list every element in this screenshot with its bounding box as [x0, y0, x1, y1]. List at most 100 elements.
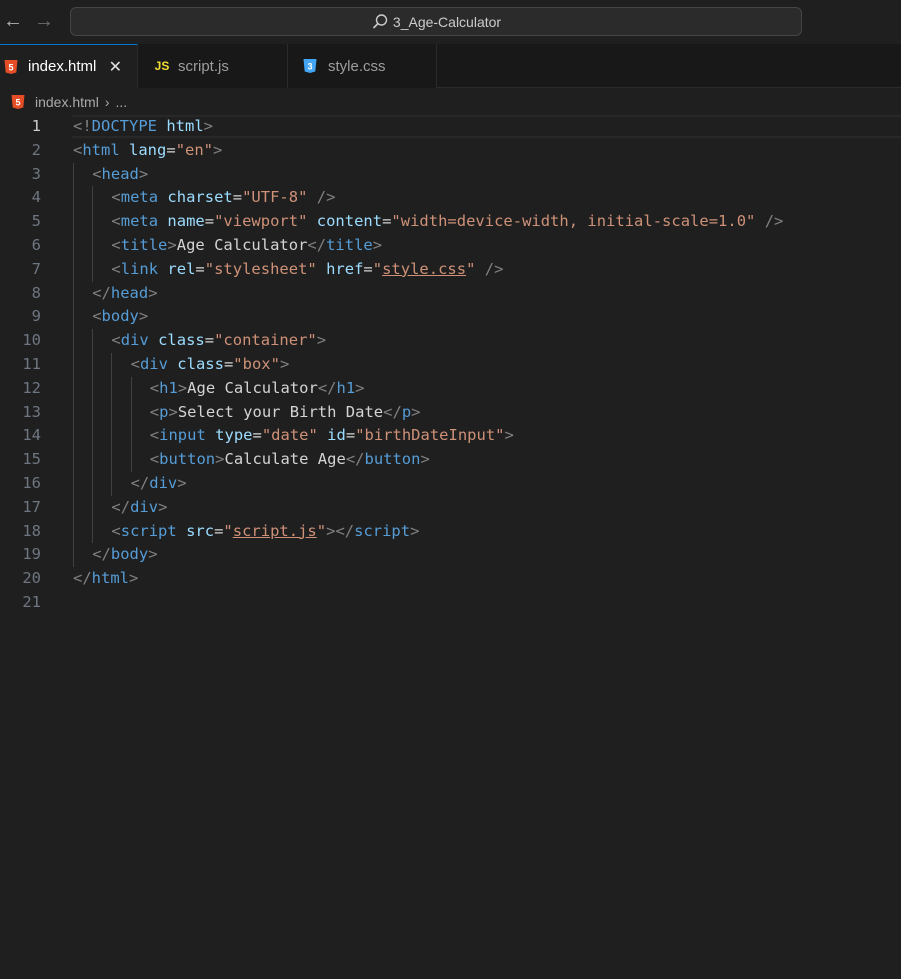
html5-icon-glyph: 5: [8, 62, 13, 72]
forward-arrow-icon[interactable]: →: [33, 10, 55, 32]
code-token: =: [166, 140, 176, 159]
line-number: 10: [22, 331, 41, 350]
code-line[interactable]: 2 <html lang="en">: [0, 139, 901, 163]
code-token: <: [149, 402, 160, 421]
code-line[interactable]: 7 <link rel="stylesheet" href="style.css"…: [0, 258, 901, 282]
code-line[interactable]: 1 <!DOCTYPE html>: [0, 115, 901, 139]
code-line[interactable]: 18 <script src="script.js"></script>: [0, 520, 901, 544]
code-token: </: [111, 497, 131, 516]
code-token: ": [223, 521, 233, 540]
code-token: =: [345, 426, 356, 445]
code-token: link: [120, 259, 159, 278]
code-token: title: [120, 236, 168, 254]
code-content: <head>: [92, 163, 148, 187]
code-token: >: [411, 402, 421, 421]
line-number: 1: [31, 117, 41, 135]
code-line[interactable]: 21: [0, 591, 901, 615]
code-token: html: [82, 140, 120, 159]
code-line[interactable]: 14 <input type="date" id="birthDateInput"…: [0, 424, 901, 448]
code-line[interactable]: 13 <p>Select your Birth Date</p>: [0, 401, 901, 425]
code-token: >: [167, 236, 177, 254]
code-token: <: [149, 426, 160, 445]
indent-guide: [92, 186, 94, 282]
code-line[interactable]: 11 <div class="box">: [0, 353, 901, 377]
code-line[interactable]: 16 </div>: [0, 472, 901, 496]
code-line[interactable]: 8 </head>: [0, 282, 901, 306]
close-icon[interactable]: ✕: [106, 57, 124, 77]
code-editor[interactable]: 1 <!DOCTYPE html> 2 <html lang="en"> 3 <head>…: [0, 115, 901, 979]
code-line[interactable]: 4 <meta charset="UTF-8" />: [0, 186, 901, 210]
code-token: name: [167, 212, 205, 231]
line-number: 6: [31, 236, 41, 254]
code-token[interactable]: style.css: [382, 260, 466, 278]
line-number: 11: [22, 355, 41, 373]
code-line[interactable]: 10 <div class="container">: [0, 329, 901, 353]
code-token: <: [111, 236, 121, 254]
code-token: >: [148, 283, 158, 302]
code-token: <: [130, 355, 140, 373]
code-token: </: [307, 236, 327, 254]
tab-script-js[interactable]: JS script.js: [138, 44, 288, 88]
line-number: 13: [22, 402, 41, 421]
breadcrumb: 5 index.html › ...: [0, 88, 901, 115]
code-line[interactable]: 5 <meta name="viewport" content="width=de…: [0, 210, 901, 234]
breadcrumb-symbols[interactable]: ...: [115, 94, 127, 110]
code-content: </html>: [73, 567, 138, 591]
code-token[interactable]: script.js: [233, 522, 317, 540]
line-number: 4: [31, 188, 41, 207]
code-token: html: [166, 117, 204, 135]
code-content: <div class="box">: [131, 353, 290, 377]
code-token: >: [279, 355, 290, 373]
code-token: =: [223, 355, 234, 373]
code-token: div: [149, 474, 178, 492]
code-token: div: [130, 497, 159, 516]
line-number: 16: [22, 474, 41, 492]
code-line[interactable]: 19 </body>: [0, 543, 901, 567]
code-token: class: [177, 355, 224, 373]
code-token: DOCTYPE: [91, 117, 157, 135]
code-token: >: [355, 378, 365, 397]
command-center-search[interactable]: 3_Age-Calculator: [70, 7, 802, 36]
code-token: />: [316, 188, 336, 207]
line-number: 3: [31, 164, 41, 183]
code-token: p: [401, 402, 412, 421]
code-token: </: [92, 545, 111, 564]
code-token: >: [138, 307, 149, 326]
code-token: title: [326, 236, 373, 254]
line-number: 8: [31, 283, 41, 302]
code-line[interactable]: 6 <title>Age Calculator</title>: [0, 234, 901, 258]
editor-tab-bar: 5 index.html ✕ JS script.js 3 style.css: [0, 44, 901, 88]
code-line[interactable]: 17 </div>: [0, 496, 901, 520]
tab-index-html[interactable]: 5 index.html ✕: [0, 44, 138, 88]
back-arrow-icon[interactable]: ←: [2, 10, 24, 32]
code-line[interactable]: 20 </html>: [0, 567, 901, 591]
code-token: =: [363, 259, 373, 278]
code-token: charset: [167, 188, 233, 207]
code-line[interactable]: 9 <body>: [0, 305, 901, 329]
code-token: </: [317, 378, 337, 397]
code-token: >: [316, 331, 327, 350]
code-token: h1: [336, 378, 356, 397]
code-line[interactable]: 12 <h1>Age Calculator</h1>: [0, 377, 901, 401]
code-token: =: [204, 331, 215, 350]
code-content: </div>: [111, 496, 167, 520]
code-token: =: [204, 212, 215, 231]
code-token: >: [504, 426, 514, 445]
tab-style-css[interactable]: 3 style.css: [288, 44, 437, 88]
indent-guide: [92, 329, 94, 544]
code-token: href: [326, 259, 364, 278]
line-number: 19: [22, 545, 41, 564]
code-token: lang: [129, 140, 167, 159]
code-content: <body>: [92, 305, 148, 329]
code-token: html: [91, 569, 129, 588]
code-token: body: [110, 545, 149, 564]
code-token: />: [484, 259, 504, 278]
code-line[interactable]: 3 <head>: [0, 163, 901, 187]
code-line[interactable]: 15 <button>Calculate Age</button>: [0, 448, 901, 472]
tab-label: style.css: [328, 57, 386, 75]
breadcrumb-file[interactable]: 5 index.html: [10, 94, 99, 110]
